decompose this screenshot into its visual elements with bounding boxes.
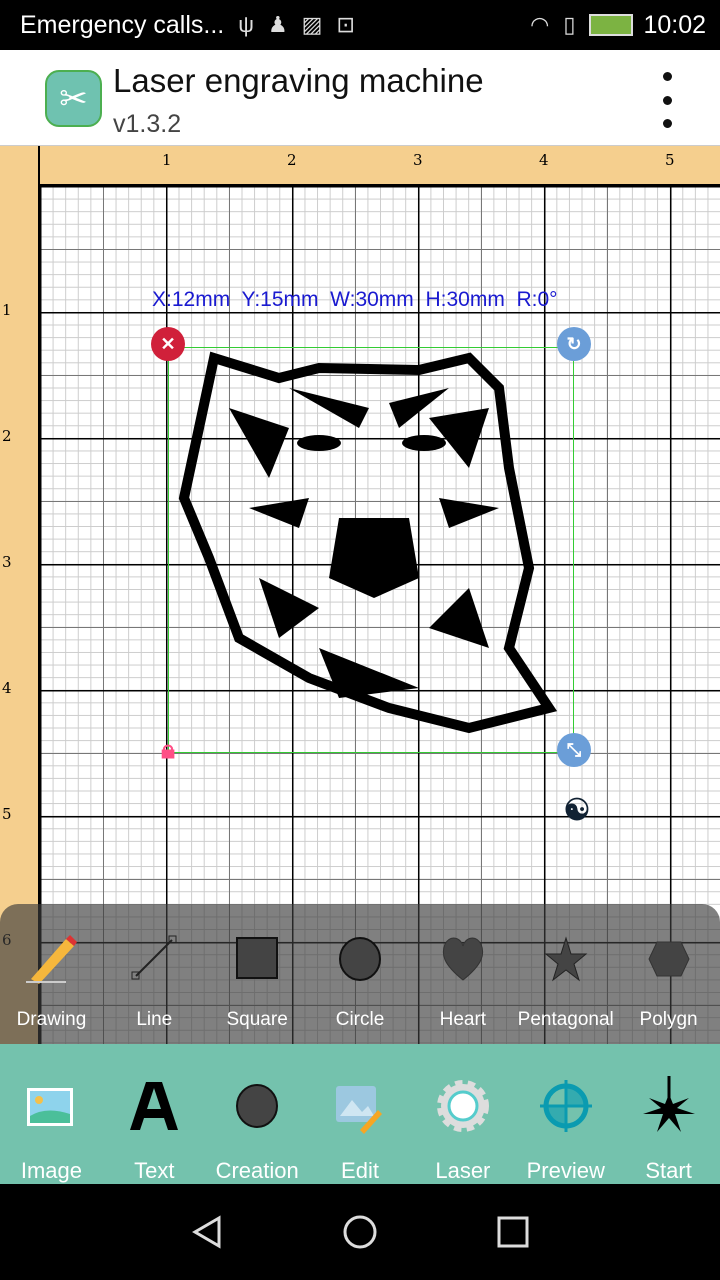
recents-icon[interactable] bbox=[493, 1212, 533, 1252]
tool-label: Start bbox=[645, 1158, 692, 1183]
carrier-text: Emergency calls... bbox=[20, 10, 225, 39]
tool-creation[interactable]: Creation bbox=[206, 1044, 309, 1184]
shape-line[interactable]: Line bbox=[103, 904, 206, 1044]
hexagon-icon bbox=[648, 941, 690, 977]
app-version: v1.3.2 bbox=[113, 110, 182, 138]
ruler-x-label: 1 bbox=[162, 151, 172, 169]
shape-toolbar: Drawing Line Square Circle Heart Pentago… bbox=[0, 904, 720, 1044]
tools-icon: ✂ bbox=[45, 70, 102, 127]
tool-preview[interactable]: Preview bbox=[514, 1044, 617, 1184]
shape-label: Circle bbox=[335, 1009, 385, 1030]
ruler-y-label: 5 bbox=[2, 805, 12, 823]
sim-icon: ▯ bbox=[563, 12, 576, 37]
image-icon: ▨ bbox=[301, 12, 323, 37]
tool-text[interactable]: Text bbox=[103, 1044, 206, 1184]
app-bar: ✂ Laser engraving machine v1.3.2 bbox=[0, 50, 720, 146]
shape-label: Polygn bbox=[639, 1009, 698, 1030]
ruler-y-label: 2 bbox=[2, 427, 12, 445]
tool-label: Edit bbox=[341, 1158, 379, 1183]
heart-icon bbox=[442, 937, 484, 981]
android-icon: ♟ bbox=[267, 12, 288, 37]
tool-label: Image bbox=[20, 1158, 82, 1183]
circle-icon bbox=[339, 937, 381, 981]
crosshair-icon bbox=[539, 1080, 592, 1132]
shape-polygon[interactable]: Polygn bbox=[617, 904, 720, 1044]
home-icon[interactable] bbox=[340, 1212, 380, 1252]
square-icon bbox=[236, 937, 279, 979]
shape-pentagonal[interactable]: Pentagonal bbox=[514, 904, 617, 1044]
shape-label: Heart bbox=[439, 1009, 487, 1030]
gear-icon bbox=[436, 1080, 489, 1132]
selection-info: X:12mm Y:15mm W:30mm H:30mm R:0° bbox=[152, 288, 558, 311]
ruler-x-label: 5 bbox=[665, 151, 675, 169]
star-icon bbox=[544, 936, 588, 982]
tiger-image[interactable] bbox=[169, 348, 575, 754]
delete-icon[interactable]: ✕ bbox=[151, 327, 185, 361]
app-title: Laser engraving machine bbox=[113, 62, 484, 99]
resize-icon[interactable]: ⤡ bbox=[557, 733, 591, 767]
tool-label: Preview bbox=[526, 1158, 605, 1183]
ruler-x-label: 3 bbox=[413, 151, 423, 169]
usb-icon: ψ bbox=[238, 12, 254, 37]
shape-circle[interactable]: Circle bbox=[309, 904, 412, 1044]
more-vert-icon[interactable] bbox=[660, 72, 674, 128]
text-a-icon bbox=[130, 1082, 179, 1130]
shape-heart[interactable]: Heart bbox=[411, 904, 514, 1044]
tool-label: Text bbox=[134, 1158, 175, 1183]
edit-image-icon bbox=[336, 1086, 382, 1134]
ruler-top: 0 1 2 3 4 5 bbox=[0, 146, 720, 186]
tool-image[interactable]: Image bbox=[0, 1044, 103, 1184]
ruler-x-label: 2 bbox=[287, 151, 297, 169]
shape-label: Pentagonal bbox=[517, 1009, 614, 1030]
shape-square[interactable]: Square bbox=[206, 904, 309, 1044]
ruler-x-label: 4 bbox=[539, 151, 549, 169]
rotate-icon[interactable]: ↻ bbox=[557, 327, 591, 361]
tool-label: Creation bbox=[215, 1158, 299, 1183]
tool-laser[interactable]: Laser bbox=[411, 1044, 514, 1184]
back-icon[interactable] bbox=[187, 1212, 227, 1252]
ruler-y-label: 1 bbox=[2, 301, 12, 319]
selection-box[interactable] bbox=[168, 347, 574, 753]
shape-label: Drawing bbox=[16, 1009, 87, 1030]
status-bar: Emergency calls... ψ ♟ ▨ ⊡ ◠ ▯ 10:02 bbox=[0, 0, 720, 50]
tool-label: Laser bbox=[435, 1158, 491, 1183]
tool-edit[interactable]: Edit bbox=[309, 1044, 412, 1184]
shape-label: Line bbox=[136, 1009, 173, 1030]
system-nav-bar bbox=[0, 1184, 720, 1280]
clock: 10:02 bbox=[643, 10, 706, 39]
invert-icon[interactable]: ☯ bbox=[560, 793, 594, 827]
lock-icon[interactable]: 🔒︎ bbox=[151, 733, 185, 767]
circle-icon bbox=[236, 1084, 279, 1128]
pencil-icon bbox=[26, 935, 78, 984]
laser-burst-icon bbox=[642, 1076, 695, 1132]
ruler-y-label: 3 bbox=[2, 553, 12, 571]
battery-charging-icon bbox=[589, 14, 634, 36]
shape-drawing[interactable]: Drawing bbox=[0, 904, 103, 1044]
shape-label: Square bbox=[226, 1009, 288, 1030]
bottom-toolbar: Image Text Creation Edit Laser Preview S… bbox=[0, 1044, 720, 1184]
image-icon bbox=[27, 1088, 74, 1126]
ruler-y-label: 4 bbox=[2, 679, 12, 697]
line-icon bbox=[131, 935, 177, 980]
wifi-icon: ◠ bbox=[530, 12, 550, 37]
tool-start[interactable]: Start bbox=[617, 1044, 720, 1184]
download-icon: ⊡ bbox=[336, 12, 355, 37]
